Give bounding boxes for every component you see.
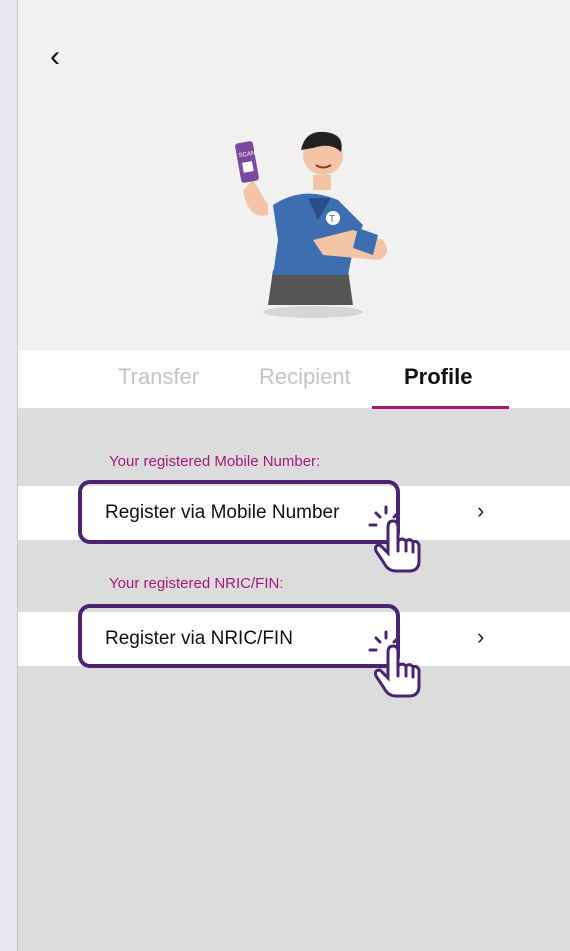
app-screen: ‹ T SCAN Transfer Recipient Profile Your…	[17, 0, 570, 951]
tab-bar: Transfer Recipient Profile	[18, 350, 570, 409]
chevron-right-icon: ›	[477, 624, 485, 649]
nric-section-caption: Your registered NRIC/FIN:	[109, 575, 284, 592]
register-mobile-label: Register via Mobile Number	[105, 502, 340, 523]
hero-section: ‹ T SCAN	[18, 0, 570, 350]
profile-content: Your registered Mobile Number: Register …	[18, 409, 570, 951]
register-nric-row[interactable]: Register via NRIC/FIN ›	[18, 612, 570, 666]
tab-recipient[interactable]: Recipient	[259, 364, 351, 390]
mascot-illustration: T SCAN	[235, 131, 387, 318]
register-mobile-row[interactable]: Register via Mobile Number ›	[18, 486, 570, 540]
chevron-right-icon: ›	[477, 498, 485, 523]
pointing-hand-icon	[368, 630, 421, 698]
tab-transfer[interactable]: Transfer	[118, 364, 199, 390]
mobile-section-caption: Your registered Mobile Number:	[109, 453, 321, 470]
pointing-hand-icon	[368, 505, 421, 573]
tab-profile[interactable]: Profile	[404, 364, 472, 390]
back-arrow-icon[interactable]: ‹	[50, 42, 80, 72]
register-nric-label: Register via NRIC/FIN	[105, 628, 293, 649]
svg-text:T: T	[329, 214, 335, 225]
